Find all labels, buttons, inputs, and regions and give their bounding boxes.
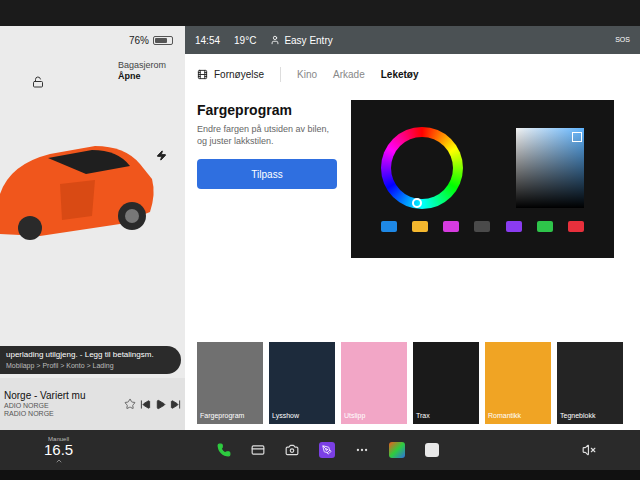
feature-description: Endre fargen på utsiden av bilen, og jus…: [197, 124, 337, 147]
app-tile[interactable]: Fargeprogram: [197, 342, 263, 424]
media-title: Norge - Variert mu: [4, 390, 120, 402]
color-swatch[interactable]: [506, 221, 522, 232]
status-time: 14:54: [195, 33, 220, 48]
color-wheel[interactable]: [381, 127, 463, 209]
phone-icon[interactable]: [217, 443, 231, 457]
media-source: RADIO NORGE: [4, 410, 120, 418]
tile-label: Utslipp: [344, 411, 365, 422]
car-icon: [0, 124, 160, 244]
charge-icon[interactable]: [156, 150, 167, 161]
shade-handle[interactable]: [572, 132, 582, 142]
favorite-icon[interactable]: [124, 398, 136, 410]
media-player: Norge - Variert muADIO NORGERADIO NORGE: [0, 378, 185, 430]
color-swatch[interactable]: [474, 221, 490, 232]
feature-area: Fargeprogram Endre fargen på utsiden av b…: [185, 94, 640, 258]
notification[interactable]: uperlading utilgjeng. - Legg til betalin…: [0, 346, 181, 375]
color-swatch[interactable]: [443, 221, 459, 232]
tab[interactable]: Kino: [297, 67, 317, 82]
app-tile[interactable]: Lysshow: [269, 342, 335, 424]
color-swatch[interactable]: [568, 221, 584, 232]
tab[interactable]: Leketøy: [381, 67, 419, 82]
next-icon[interactable]: [170, 399, 181, 410]
cards-icon[interactable]: [251, 443, 265, 457]
car-panel: 76% BagasjeromÅpne uperlading utilgjeng. -…: [0, 26, 185, 430]
volume-muted-icon[interactable]: [582, 443, 596, 457]
trunk-state: Åpne: [118, 71, 166, 82]
battery-row: 76%: [0, 26, 185, 54]
bezel-bottom: [0, 470, 640, 480]
tile-label: Trax: [416, 411, 430, 422]
play-icon[interactable]: [155, 399, 166, 410]
profile-button[interactable]: Easy Entry: [270, 33, 332, 48]
section-title: Fornøyelse: [197, 67, 281, 82]
status-temperature: 19°C: [234, 33, 256, 48]
tab[interactable]: Arkade: [333, 67, 365, 82]
app-tile[interactable]: Trax: [413, 342, 479, 424]
content: 14:54 19°C Easy Entry SOS Fornøyelse Kino Arka…: [185, 26, 640, 430]
screen: 76% BagasjeromÅpne uperlading utilgjeng. -…: [0, 0, 640, 480]
app-tile[interactable]: Romantikk: [485, 342, 551, 424]
dock: Manuell16.5: [0, 430, 640, 470]
wheel-handle[interactable]: [412, 198, 422, 208]
trunk-label: Bagasjerom: [118, 60, 166, 71]
notification-line: uperlading utilgjeng. - Legg til betalin…: [6, 349, 175, 361]
camera-icon[interactable]: [285, 443, 299, 457]
lock-button[interactable]: [32, 76, 44, 88]
profile-name: Easy Entry: [284, 33, 332, 48]
tile-label: Fargeprogram: [200, 411, 244, 422]
tile-label: Tegneblokk: [560, 411, 595, 422]
swatch-row: [381, 221, 584, 232]
color-swatch[interactable]: [381, 221, 397, 232]
chevron-icon: [55, 457, 63, 465]
tile-label: Lysshow: [272, 411, 299, 422]
app-tile[interactable]: Tegneblokk: [557, 342, 623, 424]
color-swatch[interactable]: [537, 221, 553, 232]
toybox-app-icon[interactable]: [389, 442, 405, 458]
film-icon: [197, 69, 208, 80]
person-icon: [270, 35, 280, 45]
lock-open-icon: [32, 76, 44, 88]
app-tile[interactable]: Utslipp: [341, 342, 407, 424]
car-view: BagasjeromÅpne: [0, 54, 185, 346]
feature-title: Fargeprogram: [197, 100, 337, 121]
main: 76% BagasjeromÅpne uperlading utilgjeng. -…: [0, 26, 640, 430]
pen-app-icon[interactable]: [319, 442, 335, 458]
climate-temperature: 16.5: [44, 442, 73, 457]
app-icon[interactable]: [425, 443, 439, 457]
trunk-status[interactable]: BagasjeromÅpne: [118, 60, 166, 82]
tile-label: Romantikk: [488, 411, 521, 422]
climate-control[interactable]: Manuell16.5: [44, 436, 73, 465]
media-subtitle: ADIO NORGE: [4, 402, 120, 410]
battery-percent: 76%: [129, 33, 149, 48]
sos-button[interactable]: SOS: [615, 35, 630, 46]
bezel-top: [0, 0, 640, 26]
battery-icon: [153, 36, 173, 45]
notification-line: Mobilapp > Profil > Konto > Lading: [6, 361, 175, 372]
previous-icon[interactable]: [140, 399, 151, 410]
color-preview: [351, 100, 614, 258]
color-swatch[interactable]: [412, 221, 428, 232]
tile-row: Fargeprogram Lysshow Utslipp Trax Romantikk T…: [185, 342, 640, 424]
shade-picker[interactable]: [516, 128, 584, 208]
more-icon[interactable]: [355, 443, 369, 457]
feature-card: Fargeprogram Endre fargen på utsiden av b…: [197, 100, 337, 258]
customize-button[interactable]: Tilpass: [197, 159, 337, 189]
tab-header: Fornøyelse Kino Arkade Leketøy: [185, 54, 640, 94]
status-bar: 14:54 19°C Easy Entry SOS: [185, 26, 640, 54]
